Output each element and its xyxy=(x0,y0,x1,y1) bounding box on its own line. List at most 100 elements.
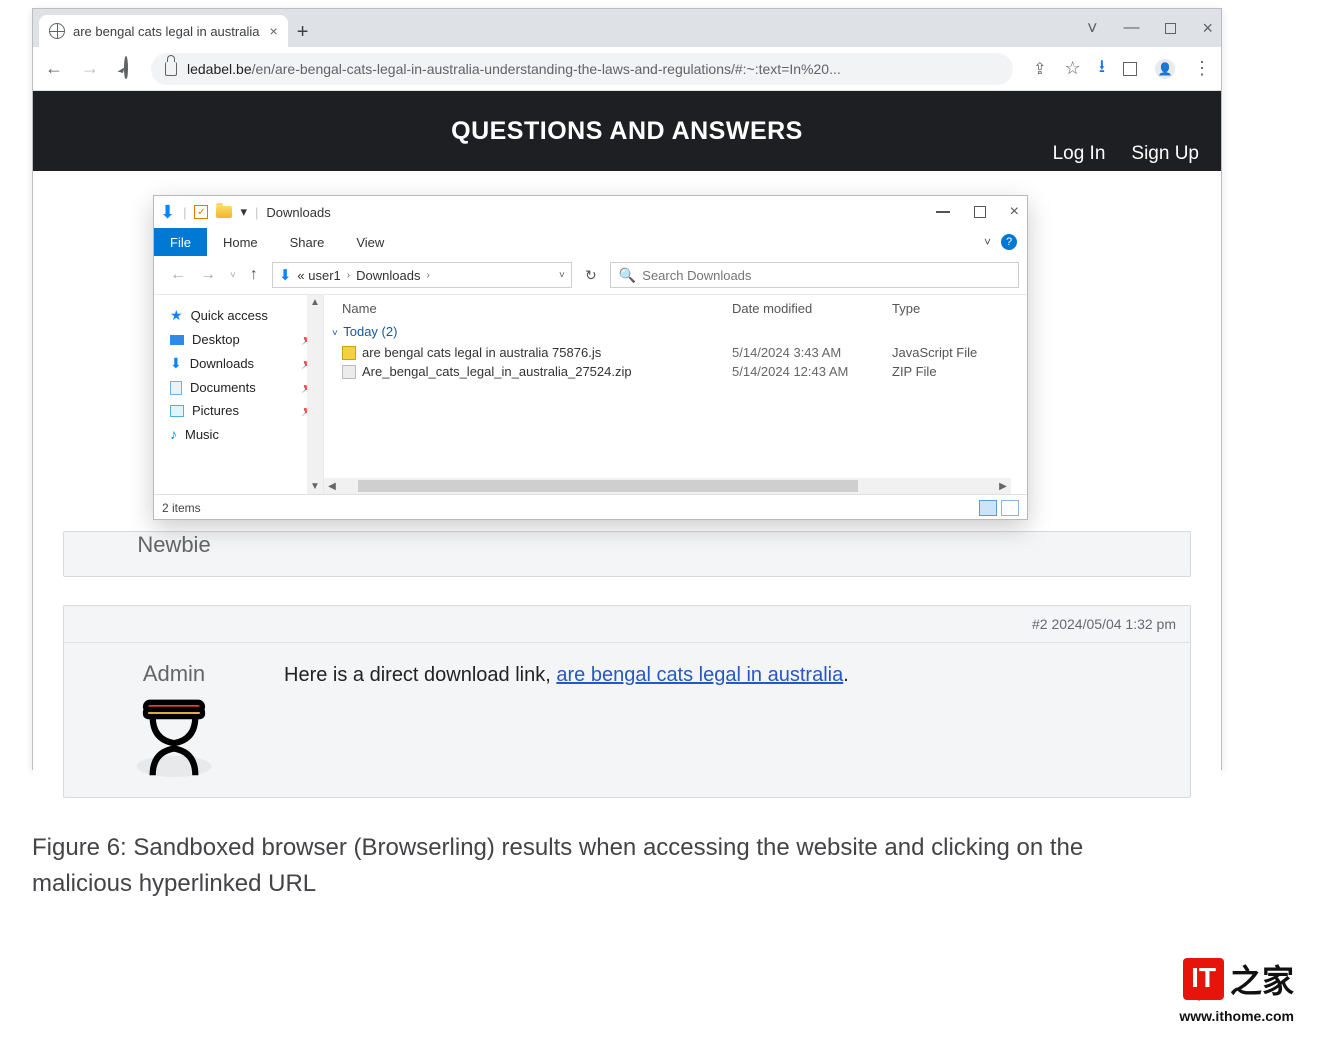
zip-file-icon xyxy=(342,365,356,379)
file-date: 5/14/2024 12:43 AM xyxy=(732,364,892,379)
music-icon: ♪ xyxy=(170,426,177,442)
explorer-search[interactable]: 🔍 xyxy=(610,262,1019,288)
minimize-button[interactable]: — xyxy=(1123,19,1139,37)
watermark-logo: IT xyxy=(1183,958,1224,1000)
column-header-name[interactable]: Name xyxy=(342,301,732,316)
share-icon[interactable]: ⇪ xyxy=(1033,59,1046,79)
sidebar-item-quick-access[interactable]: ★Quick access xyxy=(154,303,323,328)
download-arrow-icon: ⬇ xyxy=(160,202,175,223)
lock-icon xyxy=(165,62,177,76)
auth-links: Log In Sign Up xyxy=(1053,143,1199,165)
breadcrumb-dropdown-icon[interactable]: ˅ xyxy=(559,270,565,281)
horizontal-scrollbar[interactable]: ◀▶ xyxy=(324,478,1011,494)
profile-avatar[interactable]: 👤 xyxy=(1155,59,1175,79)
bookmark-icon[interactable]: ☆ xyxy=(1065,58,1081,79)
page-body: Newbie #2 2024/05/04 1:32 pm Admin xyxy=(33,531,1221,818)
explorer-breadcrumb[interactable]: ⬇ « user1 › Downloads › ˅ xyxy=(272,262,572,288)
reload-button[interactable] xyxy=(115,58,137,79)
folder-icon xyxy=(216,206,232,218)
explorer-minimize-button[interactable] xyxy=(936,211,950,213)
explorer-maximize-button[interactable] xyxy=(974,206,986,218)
history-dropdown-icon[interactable]: ˅ xyxy=(230,270,236,281)
watermark-text: 之家 xyxy=(1230,956,1294,1002)
status-item-count: 2 items xyxy=(162,501,201,515)
explorer-back-button[interactable]: ← xyxy=(170,266,186,284)
explorer-titlebar: ⬇ | ✓ ▾ | Downloads × xyxy=(154,196,1027,228)
file-explorer-window: ⬇ | ✓ ▾ | Downloads × File Home Share Vi… xyxy=(153,195,1028,520)
file-group-today[interactable]: ˅ Today (2) xyxy=(324,324,1027,343)
details-view-button[interactable] xyxy=(979,500,997,516)
file-type: ZIP File xyxy=(892,364,937,379)
file-row[interactable]: are bengal cats legal in australia 75876… xyxy=(324,343,1027,362)
pictures-icon xyxy=(170,405,184,417)
forward-button[interactable]: → xyxy=(79,58,101,79)
ribbon-tab-home[interactable]: Home xyxy=(207,228,274,256)
browser-tabbar: are bengal cats legal in australia × + ˅… xyxy=(33,9,1221,47)
sidebar-item-music[interactable]: ♪Music xyxy=(154,422,323,446)
ribbon-collapse-icon[interactable]: ˅ xyxy=(984,235,991,249)
downloads-icon[interactable]: ⭳ xyxy=(1099,54,1105,84)
js-file-icon xyxy=(342,346,356,360)
watermark-url: www.ithome.com xyxy=(1179,1008,1294,1024)
explorer-up-button[interactable]: ↑ xyxy=(250,266,258,284)
chevron-down-icon[interactable]: ˅ xyxy=(1087,18,1098,39)
explorer-sidebar: ★Quick access Desktop📌 ⬇Downloads📌 Docum… xyxy=(154,295,324,494)
sidebar-item-desktop[interactable]: Desktop📌 xyxy=(154,328,323,351)
search-icon: 🔍 xyxy=(619,267,636,284)
explorer-body: ★Quick access Desktop📌 ⬇Downloads📌 Docum… xyxy=(154,294,1027,494)
post-body: Here is a direct download link, are beng… xyxy=(284,661,1176,777)
view-mode-toggle xyxy=(979,500,1019,516)
toolbar-actions: ⇪ ☆ ⭳ 👤 ⋮ xyxy=(1033,54,1211,84)
desktop-icon xyxy=(170,335,184,345)
sidebar-scrollbar[interactable]: ▲▼ xyxy=(307,295,323,494)
breadcrumb-segment[interactable]: Downloads xyxy=(356,268,420,283)
new-tab-button[interactable]: + xyxy=(288,17,318,47)
post-author-name: Admin xyxy=(64,661,284,687)
breadcrumb-segment[interactable]: « user1 xyxy=(297,268,340,283)
signup-link[interactable]: Sign Up xyxy=(1131,143,1199,165)
sidebar-item-documents[interactable]: Documents📌 xyxy=(154,376,323,399)
tab-close-icon[interactable]: × xyxy=(269,23,277,39)
column-header-date[interactable]: Date modified xyxy=(732,301,892,316)
chrome-window-controls: ˅ — × xyxy=(1087,9,1221,47)
sidepanel-icon[interactable] xyxy=(1123,62,1137,76)
star-icon: ★ xyxy=(170,307,183,324)
explorer-nav: ← → ˅ ↑ xyxy=(162,266,266,284)
sidebar-item-downloads[interactable]: ⬇Downloads📌 xyxy=(154,351,323,376)
ribbon-tab-file[interactable]: File xyxy=(154,228,207,256)
post-timestamp: #2 2024/05/04 1:32 pm xyxy=(64,606,1190,643)
globe-icon xyxy=(49,23,65,39)
address-bar[interactable]: ledabel.be/en/are-bengal-cats-legal-in-a… xyxy=(151,53,1013,85)
figure-caption: Figure 6: Sandboxed browser (Browserling… xyxy=(32,830,1132,902)
icons-view-button[interactable] xyxy=(1001,500,1019,516)
forum-post-newbie: Newbie xyxy=(63,531,1191,577)
malicious-download-link[interactable]: are bengal cats legal in australia xyxy=(556,664,843,686)
maximize-button[interactable] xyxy=(1165,23,1176,34)
sidebar-item-pictures[interactable]: Pictures📌 xyxy=(154,399,323,422)
file-name: are bengal cats legal in australia 75876… xyxy=(362,345,601,360)
back-button[interactable]: ← xyxy=(43,58,65,79)
explorer-refresh-button[interactable]: ↻ xyxy=(578,262,604,288)
kebab-menu-icon[interactable]: ⋮ xyxy=(1193,58,1211,79)
forum-post-admin: #2 2024/05/04 1:32 pm Admin xyxy=(63,605,1191,798)
close-window-button[interactable]: × xyxy=(1202,18,1213,39)
post-text: Here is a direct download link, xyxy=(284,664,556,686)
column-headers: Name Date modified Type xyxy=(324,295,1027,324)
help-icon[interactable]: ? xyxy=(1001,234,1017,250)
explorer-close-button[interactable]: × xyxy=(1010,203,1019,221)
column-header-type[interactable]: Type xyxy=(892,301,920,316)
explorer-search-input[interactable] xyxy=(642,268,1010,283)
explorer-forward-button[interactable]: → xyxy=(200,266,216,284)
ribbon-tab-share[interactable]: Share xyxy=(274,228,341,256)
post-author-column: Admin xyxy=(64,661,284,777)
file-name: Are_bengal_cats_legal_in_australia_27524… xyxy=(362,364,632,379)
browser-tab[interactable]: are bengal cats legal in australia × xyxy=(39,15,288,47)
download-arrow-icon: ⬇ xyxy=(170,355,182,372)
properties-icon[interactable]: ✓ xyxy=(194,205,208,219)
explorer-title: Downloads xyxy=(266,205,330,220)
file-row[interactable]: Are_bengal_cats_legal_in_australia_27524… xyxy=(324,362,1027,381)
url-path: /en/are-bengal-cats-legal-in-australia-u… xyxy=(252,61,841,77)
ribbon-tab-view[interactable]: View xyxy=(340,228,400,256)
explorer-ribbon: File Home Share View ˅ ? xyxy=(154,228,1027,256)
login-link[interactable]: Log In xyxy=(1053,143,1106,165)
